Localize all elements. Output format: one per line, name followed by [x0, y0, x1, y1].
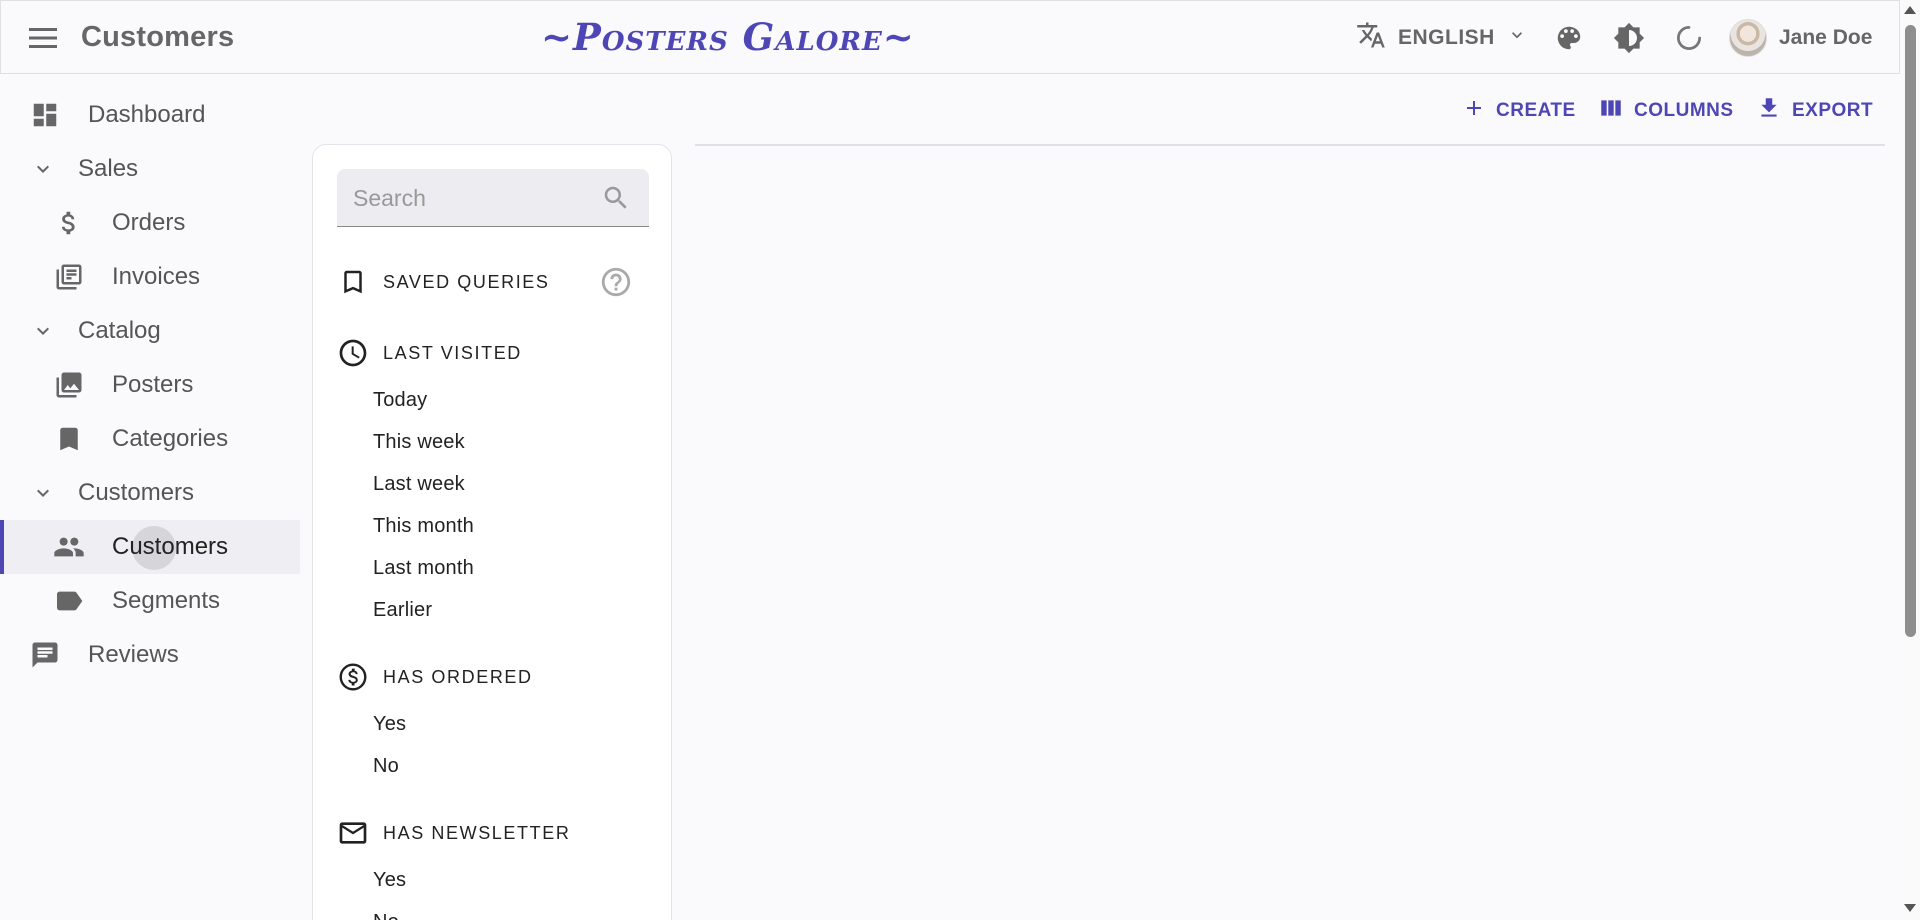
app-bar: Customers ~Posters Galore~ ENGLISH Jane … [0, 0, 1900, 74]
filter-item-last-week[interactable]: Last week [373, 467, 465, 501]
search-input[interactable] [353, 169, 593, 227]
sidebar-item-orders[interactable]: Orders [0, 196, 300, 250]
sidebar-item-label: Categories [112, 425, 229, 452]
columns-icon [1598, 95, 1624, 127]
translate-icon [1356, 20, 1386, 56]
download-icon [1756, 95, 1782, 127]
menu-icon[interactable] [25, 20, 61, 56]
dashboard-icon [28, 98, 62, 132]
chevron-down-icon [26, 152, 60, 186]
search-icon [601, 183, 631, 213]
filter-item-ordered-yes[interactable]: Yes [373, 707, 406, 741]
sidebar-group-sales[interactable]: Sales [0, 142, 300, 196]
create-button[interactable]: CREATE [1462, 92, 1576, 130]
filter-item-newsletter-no[interactable]: No [373, 905, 399, 920]
theme-toggle-icon[interactable] [1610, 19, 1648, 57]
sidebar-item-label: Reviews [88, 641, 179, 668]
create-label: CREATE [1496, 100, 1576, 121]
scroll-up-arrow[interactable] [1904, 6, 1916, 14]
user-menu[interactable]: Jane Doe [1729, 15, 1872, 61]
chevron-down-icon [26, 476, 60, 510]
export-label: EXPORT [1792, 100, 1874, 121]
filter-item-this-month[interactable]: This month [373, 509, 474, 543]
library-books-icon [52, 260, 86, 294]
filter-item-ordered-no[interactable]: No [373, 749, 399, 783]
filter-item-last-month[interactable]: Last month [373, 551, 474, 585]
comment-icon [28, 638, 62, 672]
plus-icon [1462, 96, 1486, 126]
dollar-icon [52, 206, 86, 240]
sidebar-group-label: Sales [78, 155, 139, 182]
sidebar-item-reviews[interactable]: Reviews [0, 628, 300, 682]
language-selector[interactable]: ENGLISH [1356, 19, 1527, 57]
columns-button[interactable]: COLUMNS [1598, 92, 1734, 130]
scrollbar-thumb[interactable] [1905, 25, 1916, 637]
list-divider [695, 144, 1885, 146]
sidebar-item-label: Orders [112, 209, 186, 236]
sidebar-group-catalog[interactable]: Catalog [0, 304, 300, 358]
sidebar-item-label: Posters [112, 371, 194, 398]
monetization-icon [337, 661, 369, 693]
has-newsletter-section: HAS NEWSLETTER [337, 813, 657, 853]
label-icon [52, 584, 86, 618]
has-ordered-section: HAS ORDERED [337, 657, 657, 697]
sidebar-item-categories[interactable]: Categories [0, 412, 300, 466]
section-title: HAS ORDERED [383, 666, 533, 687]
sidebar-item-segments[interactable]: Segments [0, 574, 300, 628]
sidebar-group-label: Customers [78, 479, 195, 506]
avatar [1729, 19, 1767, 57]
page-title: Customers [81, 21, 235, 53]
clock-icon [337, 337, 369, 369]
saved-queries-section: SAVED QUERIES [337, 262, 657, 302]
palette-icon[interactable] [1550, 19, 1588, 57]
filter-item-earlier[interactable]: Earlier [373, 593, 432, 627]
section-title: LAST VISITED [383, 342, 522, 363]
sidebar-item-customers[interactable]: Customers [0, 520, 300, 574]
sidebar-item-label: Invoices [112, 263, 201, 290]
scroll-down-arrow[interactable] [1904, 904, 1916, 912]
columns-label: COLUMNS [1634, 100, 1734, 121]
filter-item-this-week[interactable]: This week [373, 425, 465, 459]
last-visited-section: LAST VISITED [337, 333, 657, 373]
section-title: SAVED QUERIES [383, 271, 550, 292]
help-icon[interactable] [599, 265, 633, 299]
search-field[interactable] [337, 169, 649, 227]
refresh-icon[interactable] [1670, 19, 1708, 57]
people-icon [52, 530, 86, 564]
photo-library-icon [52, 368, 86, 402]
chevron-down-icon [1507, 25, 1527, 51]
chevron-down-icon [26, 314, 60, 348]
user-name: Jane Doe [1779, 26, 1873, 49]
filter-item-newsletter-yes[interactable]: Yes [373, 863, 406, 897]
sidebar-group-label: Catalog [78, 317, 161, 344]
section-title: HAS NEWSLETTER [383, 822, 571, 843]
bookmark-outline-icon [337, 266, 369, 298]
sidebar-item-dashboard[interactable]: Dashboard [0, 88, 300, 142]
export-button[interactable]: EXPORT [1756, 92, 1873, 130]
sidebar-item-label: Dashboard [88, 101, 206, 128]
filter-sidebar: SAVED QUERIES LAST VISITED Today This we… [312, 144, 672, 920]
language-label: ENGLISH [1398, 26, 1495, 49]
filter-item-today[interactable]: Today [373, 383, 427, 417]
sidebar-group-customers[interactable]: Customers [0, 466, 300, 520]
sidebar-item-label: Segments [112, 587, 221, 614]
sidebar-item-posters[interactable]: Posters [0, 358, 300, 412]
scrollbar[interactable] [1900, 0, 1920, 920]
sidebar-item-label: Customers [112, 533, 229, 560]
sidebar: Dashboard Sales Orders Invoices Catalog … [0, 88, 300, 682]
sidebar-item-invoices[interactable]: Invoices [0, 250, 300, 304]
mail-icon [337, 817, 369, 849]
bookmark-icon [52, 422, 86, 456]
brand-logo: ~Posters Galore~ [541, 15, 915, 59]
